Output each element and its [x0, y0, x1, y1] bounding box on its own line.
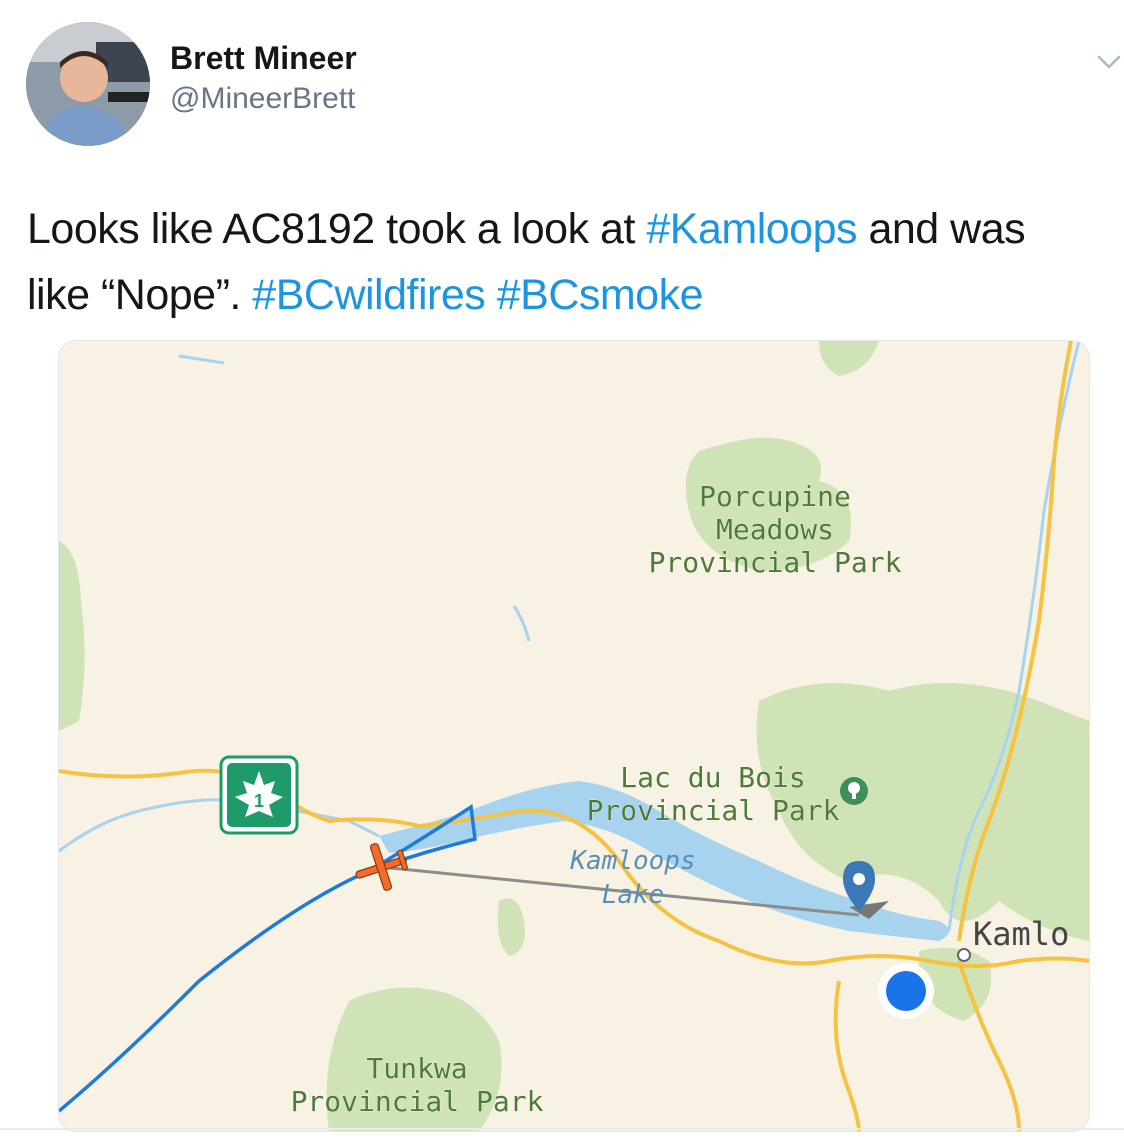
map-image[interactable]: 1 Porcupine Meadows Provincial Park Lac … [58, 340, 1090, 1132]
hashtag-link[interactable]: #BCwildfires [252, 271, 485, 319]
chevron-down-icon[interactable] [1096, 52, 1122, 72]
avatar[interactable] [26, 22, 150, 146]
map-label-lac-du-bois: Provincial Park [587, 794, 840, 827]
tweet-text-part [485, 271, 496, 319]
hashtag-link[interactable]: #BCsmoke [497, 271, 704, 319]
tweet-text-part: Looks like AC8192 took a look at [27, 205, 647, 253]
divider [0, 1128, 1124, 1130]
map-label-kamloops-lake: Kamloops [569, 846, 695, 876]
hashtag-link[interactable]: #Kamloops [646, 205, 857, 253]
map-label-porcupine: Meadows [716, 513, 834, 546]
map-canvas: 1 Porcupine Meadows Provincial Park Lac … [59, 341, 1089, 1131]
map-label-city: Kamlo [973, 915, 1069, 953]
avatar-image [26, 22, 150, 146]
map-label-tunkwa: Provincial Park [291, 1085, 544, 1118]
highway-number: 1 [254, 791, 264, 811]
current-location-icon[interactable] [878, 963, 934, 1019]
map-label-tunkwa: Tunkwa [366, 1052, 467, 1085]
tweet-text: Looks like AC8192 took a look at #Kamloo… [27, 196, 1097, 328]
map-label-porcupine: Porcupine [699, 480, 851, 513]
map-label-porcupine: Provincial Park [649, 546, 902, 579]
user-name[interactable]: Brett Mineer [170, 40, 357, 77]
map-label-kamloops-lake: Lake [602, 880, 665, 910]
map-label-lac-du-bois: Lac du Bois [620, 761, 805, 794]
user-handle[interactable]: @MineerBrett [170, 82, 356, 116]
city-dot-icon [957, 948, 971, 962]
park-tree-icon [840, 777, 868, 805]
